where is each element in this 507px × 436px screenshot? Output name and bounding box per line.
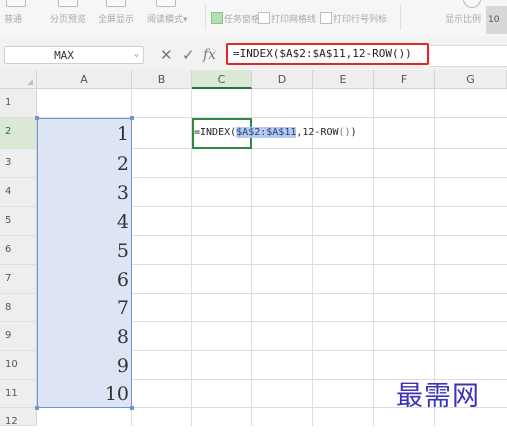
cell-a9[interactable]: 8 <box>37 323 129 351</box>
cell-c2-formula-editor[interactable]: =INDEX($A$2:$A$11,12-ROW()) <box>190 118 357 147</box>
normal-view-button[interactable]: 普通 <box>4 12 22 25</box>
insert-function-icon[interactable]: fx <box>203 47 216 63</box>
full-screen-icon <box>106 0 126 7</box>
formula-middle: ,12-ROW <box>296 127 339 138</box>
row-header-6[interactable]: 6 <box>0 236 37 265</box>
ribbon-divider <box>205 4 206 30</box>
ribbon-divider <box>400 4 401 30</box>
column-header-a[interactable]: A <box>37 70 132 89</box>
full-screen-button[interactable]: 全屏显示 <box>98 12 134 25</box>
zoom-magnifier-icon <box>463 0 481 8</box>
cell-a5[interactable]: 4 <box>37 208 129 236</box>
formula-suffix: ) <box>350 127 357 138</box>
zoom-button[interactable]: 显示比例 <box>445 12 481 25</box>
zoom-value-button[interactable]: 10 <box>486 6 507 34</box>
formula-range-reference: $A$2:$A$11 <box>236 127 297 138</box>
cancel-icon[interactable]: ✕ <box>160 47 173 63</box>
formula-bar: MAX ⌄ ✕ ✓ fx =INDEX($A$2:$A$11,12-ROW()) <box>0 36 507 70</box>
cell-a2[interactable]: 1 <box>37 120 129 148</box>
watermark-logo: 最需网 <box>396 381 480 412</box>
print-gridlines-label: 打印网格线 <box>271 15 317 25</box>
column-header-c[interactable]: C <box>192 70 252 89</box>
print-headings-checkbox[interactable] <box>320 12 332 24</box>
dropdown-arrow-icon: ▾ <box>183 15 188 25</box>
select-all-corner[interactable] <box>0 70 37 89</box>
row-header-10[interactable]: 10 <box>0 351 37 380</box>
row-header-7[interactable]: 7 <box>0 265 37 294</box>
confirm-icon[interactable]: ✓ <box>182 47 195 63</box>
row-header-8[interactable]: 8 <box>0 294 37 322</box>
row-header-5[interactable]: 5 <box>0 207 37 236</box>
name-box-value: MAX <box>54 49 74 62</box>
row-header-3[interactable]: 3 <box>0 149 37 178</box>
formula-input[interactable]: =INDEX($A$2:$A$11,12-ROW()) <box>226 43 429 65</box>
gridline <box>373 89 374 426</box>
column-header-g[interactable]: G <box>435 70 507 89</box>
task-pane-label: 任务窗格 <box>224 15 261 25</box>
reading-mode-label: 阅读模式 <box>147 15 184 25</box>
row-header-1[interactable]: 1 <box>0 89 37 118</box>
row-header-11[interactable]: 11 <box>0 380 37 408</box>
cell-a8[interactable]: 7 <box>37 294 129 322</box>
range-handle[interactable] <box>130 116 134 120</box>
formula-input-extension[interactable] <box>431 45 507 67</box>
page-break-preview-button[interactable]: 分页预览 <box>50 12 86 25</box>
column-header-d[interactable]: D <box>252 70 313 89</box>
row-header-2[interactable]: 2 <box>0 118 37 149</box>
column-header-f[interactable]: F <box>374 70 435 89</box>
range-handle[interactable] <box>130 406 134 410</box>
column-header-e[interactable]: E <box>313 70 374 89</box>
formula-parens: () <box>338 127 351 138</box>
row-header-4[interactable]: 4 <box>0 178 37 207</box>
reading-mode-icon <box>156 0 176 7</box>
corner-triangle-icon <box>27 79 33 85</box>
column-header-b[interactable]: B <box>132 70 192 89</box>
name-box[interactable]: MAX ⌄ <box>4 46 144 64</box>
ribbon-view-toolbar: 普通 分页预览 全屏显示 阅读模式▾ 任务窗格 打印网格线 打印行号列标 显示比… <box>0 0 507 37</box>
page-break-preview-icon <box>58 0 78 7</box>
spreadsheet-grid[interactable]: A B C D E F G 1 2 3 4 5 6 7 8 9 10 11 12… <box>0 70 507 427</box>
print-headings-label: 打印行号列标 <box>333 15 388 25</box>
print-gridlines-checkbox[interactable] <box>258 12 270 24</box>
cell-a7[interactable]: 6 <box>37 266 129 294</box>
reading-mode-button[interactable]: 阅读模式▾ <box>147 12 188 25</box>
row-header-12[interactable]: 12 <box>0 408 37 427</box>
task-pane-checkbox[interactable] <box>211 12 223 24</box>
row-header-9[interactable]: 9 <box>0 322 37 351</box>
cell-a11[interactable]: 10 <box>37 380 129 408</box>
chevron-down-icon[interactable]: ⌄ <box>134 49 139 59</box>
formula-prefix: =INDEX( <box>194 127 237 138</box>
normal-view-icon <box>6 0 26 7</box>
cell-a4[interactable]: 3 <box>37 179 129 207</box>
cell-a10[interactable]: 9 <box>37 352 129 380</box>
cell-a3[interactable]: 2 <box>37 150 129 178</box>
cell-a6[interactable]: 5 <box>37 237 129 265</box>
